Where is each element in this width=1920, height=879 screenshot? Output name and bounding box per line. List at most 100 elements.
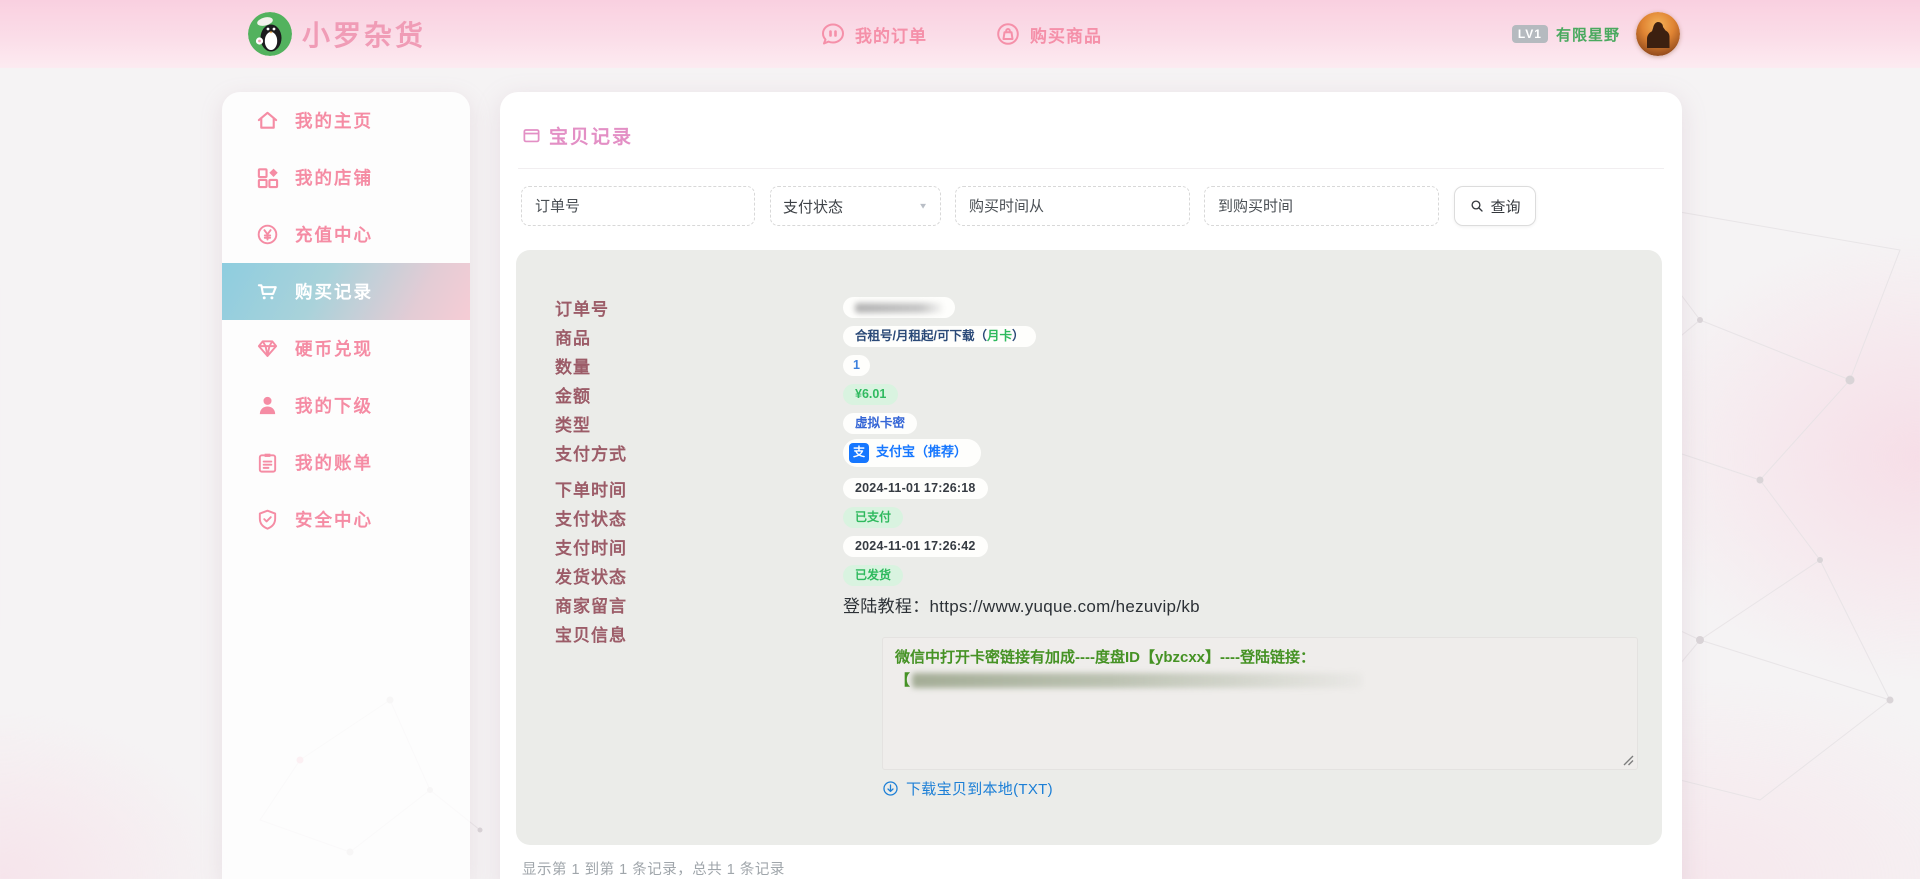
sidebar-item-label: 安全中心 <box>295 510 373 530</box>
order-time-value: 2024-11-01 17:26:18 <box>843 477 988 500</box>
resize-handle-icon[interactable] <box>1623 755 1634 766</box>
item-info-line2: 【 <box>895 669 1625 692</box>
products-icon <box>997 23 1019 45</box>
app-root: 小罗杂货 我的订单 购买商品 LV1 有限星野 我的主页 我的店铺 充值中心 购… <box>0 0 1920 879</box>
order-no-input[interactable] <box>521 186 755 226</box>
record-rows: 订单号 商品 合租号/月租起/可下载（月卡） 数量 1 金额 ¥6.01 类型 <box>516 250 1662 648</box>
search-button[interactable]: 查询 <box>1454 186 1536 226</box>
pay-status-badge: 已支付 <box>843 507 904 528</box>
brand-logo-icon <box>248 12 292 56</box>
search-icon <box>1471 200 1484 212</box>
download-icon <box>883 780 898 796</box>
sidebar-item-purchase-records[interactable]: 购买记录 <box>222 263 470 320</box>
pay-status-select-value: 支付状态 <box>783 198 844 216</box>
record-row-pay-method: 支付方式 支支付宝（推荐） <box>516 438 1662 467</box>
product-highlight: 月卡 <box>986 328 1012 343</box>
nav-buy-products-label: 购买商品 <box>1030 26 1102 46</box>
sidebar-item-label: 我的下级 <box>295 396 373 416</box>
app-header: 小罗杂货 我的订单 购买商品 LV1 有限星野 <box>0 0 1920 68</box>
filter-bar: 支付状态 ▼ 查询 <box>500 186 1682 226</box>
field-label: 支付状态 <box>555 510 627 529</box>
record-detail-panel: 订单号 商品 合租号/月租起/可下载（月卡） 数量 1 金额 ¥6.01 类型 <box>516 250 1662 845</box>
field-label: 支付时间 <box>555 539 627 558</box>
item-info-textarea[interactable]: 微信中打开卡密链接有加成----度盘ID【ybzcxx】----登陆链接： 【 <box>882 637 1638 770</box>
diamond-icon <box>257 340 278 357</box>
nav-my-orders[interactable]: 我的订单 <box>820 0 927 68</box>
sidebar-item-bills[interactable]: 我的账单 <box>222 434 470 491</box>
field-label: 商品 <box>555 329 591 348</box>
seller-note-text: 登陆教程：https://www.yuque.com/hezuvip/kb <box>843 597 1200 616</box>
user-level-badge: LV1 <box>1511 25 1548 43</box>
brand[interactable]: 小罗杂货 <box>248 12 426 56</box>
bill-icon <box>258 453 277 473</box>
chevron-down-icon: ▼ <box>918 201 928 211</box>
sidebar-item-label: 我的主页 <box>295 111 373 131</box>
title-divider <box>518 168 1664 169</box>
sidebar: 我的主页 我的店铺 充值中心 购买记录 硬币兑现 我的下级 我的账单 安全中心 <box>222 92 470 879</box>
product-text: 合租号/月租起/可下载（ <box>855 328 987 343</box>
orders-icon <box>822 23 844 45</box>
sidebar-item-subordinates[interactable]: 我的下级 <box>222 377 470 434</box>
record-row-order-time: 下单时间 2024-11-01 17:26:18 <box>516 474 1662 503</box>
sidebar-item-label: 购买记录 <box>295 282 373 302</box>
time-from-input[interactable] <box>955 186 1190 226</box>
sidebar-item-label: 硬币兑现 <box>295 339 373 359</box>
time-to-input[interactable] <box>1204 186 1439 226</box>
alipay-icon: 支 <box>849 442 869 463</box>
nav-my-orders-label: 我的订单 <box>855 26 927 46</box>
download-txt-link[interactable]: 下载宝贝到本地(TXT) <box>882 778 1053 798</box>
product-close: ） <box>1011 328 1025 343</box>
field-label: 支付方式 <box>555 445 627 464</box>
brand-name: 小罗杂货 <box>302 20 427 51</box>
redacted-order-no <box>855 302 943 313</box>
record-row-order-no: 订单号 <box>516 293 1662 322</box>
record-row-quantity: 数量 1 <box>516 351 1662 380</box>
record-row-ship-status: 发货状态 已发货 <box>516 561 1662 590</box>
pay-method-text: 支付宝（推荐） <box>876 444 968 460</box>
amount-value: ¥6.01 <box>843 383 899 406</box>
redacted-card-link <box>912 673 1363 689</box>
field-label: 发货状态 <box>555 568 627 587</box>
records-icon <box>523 129 540 143</box>
item-info-line1: 微信中打开卡密链接有加成----度盘ID【ybzcxx】----登陆链接： <box>895 649 1315 666</box>
user-avatar[interactable] <box>1636 12 1680 56</box>
shop-icon <box>257 168 279 189</box>
quantity-value: 1 <box>843 354 870 377</box>
record-row-seller-note: 商家留言 登陆教程：https://www.yuque.com/hezuvip/… <box>516 590 1662 619</box>
sidebar-item-home[interactable]: 我的主页 <box>222 92 470 149</box>
avatar-image <box>1636 12 1680 56</box>
field-label: 金额 <box>555 387 591 406</box>
pay-time-value: 2024-11-01 17:26:42 <box>843 535 988 558</box>
product-value: 合租号/月租起/可下载（ 月卡） <box>843 325 1037 348</box>
type-value: 虚拟卡密 <box>843 412 918 435</box>
user-cluster: LV1 有限星野 <box>1511 0 1680 68</box>
main-panel: 宝贝记录 支付状态 ▼ 查询 订单号 商品 <box>500 92 1682 879</box>
nav-buy-products[interactable]: 购买商品 <box>995 0 1102 68</box>
item-info-line2-prefix: 【 <box>895 672 911 690</box>
sidebar-item-security[interactable]: 安全中心 <box>222 491 470 548</box>
order-no-value <box>843 297 955 318</box>
subordinate-icon <box>259 396 276 415</box>
download-link-label: 下载宝贝到本地(TXT) <box>906 780 1053 798</box>
ship-status-badge: 已发货 <box>843 565 904 586</box>
user-name: 有限星野 <box>1555 26 1620 44</box>
pay-status-select[interactable]: 支付状态 ▼ <box>770 186 941 226</box>
search-button-label: 查询 <box>1490 198 1521 216</box>
records-summary: 显示第 1 到第 1 条记录，总共 1 条记录 <box>522 862 785 878</box>
field-label: 订单号 <box>555 300 609 319</box>
sidebar-item-label: 充值中心 <box>295 225 373 245</box>
sidebar-item-recharge[interactable]: 充值中心 <box>222 206 470 263</box>
field-label: 数量 <box>555 358 591 377</box>
sidebar-item-label: 我的账单 <box>295 453 373 473</box>
record-row-pay-time: 支付时间 2024-11-01 17:26:42 <box>516 532 1662 561</box>
cart-icon <box>257 284 277 300</box>
record-row-pay-status: 支付状态 已支付 <box>516 503 1662 532</box>
sidebar-item-shop[interactable]: 我的店铺 <box>222 149 470 206</box>
field-label: 类型 <box>555 416 591 435</box>
home-icon <box>257 111 278 129</box>
page-title: 宝贝记录 <box>549 127 634 148</box>
record-row-product: 商品 合租号/月租起/可下载（ 月卡） <box>516 322 1662 351</box>
field-label: 下单时间 <box>555 481 627 500</box>
shield-icon <box>258 509 277 530</box>
sidebar-item-coin-exchange[interactable]: 硬币兑现 <box>222 320 470 377</box>
